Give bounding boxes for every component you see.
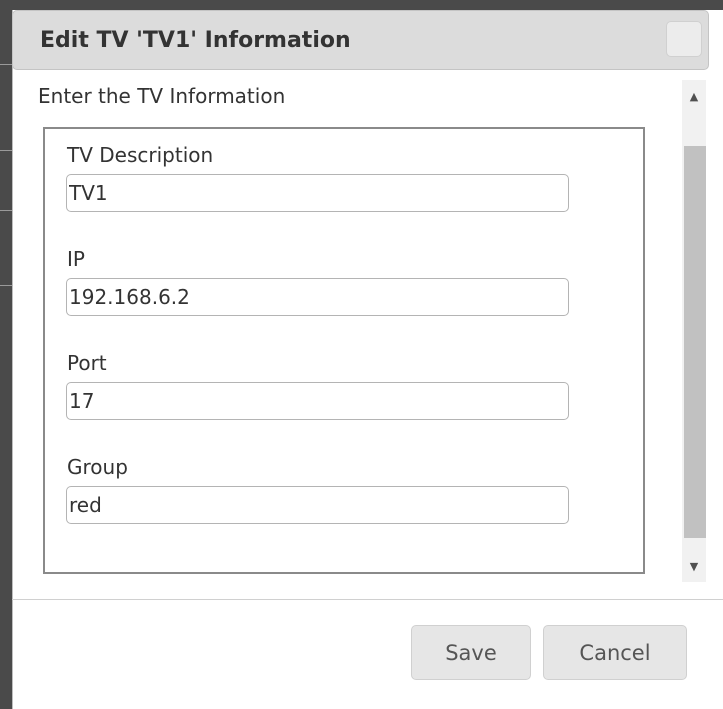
ip-input[interactable] bbox=[66, 278, 569, 316]
background-divider bbox=[0, 150, 12, 151]
background-divider bbox=[0, 210, 12, 211]
tv-description-input[interactable] bbox=[66, 174, 569, 212]
chevron-up-icon: ▲ bbox=[689, 90, 699, 103]
content-scrollbar[interactable]: ▲ ▼ bbox=[682, 80, 706, 582]
group-label: Group bbox=[67, 455, 128, 479]
close-button[interactable] bbox=[666, 21, 702, 57]
button-pane-divider bbox=[12, 599, 723, 600]
scroll-up-button[interactable]: ▲ bbox=[682, 82, 706, 112]
cancel-button[interactable]: Cancel bbox=[543, 625, 687, 680]
dialog-titlebar[interactable]: Edit TV 'TV1' Information bbox=[12, 10, 709, 70]
background-divider bbox=[0, 285, 12, 286]
dialog-title: Edit TV 'TV1' Information bbox=[40, 28, 351, 53]
background-page bbox=[0, 0, 12, 709]
dialog-content: Enter the TV Information TV Description … bbox=[12, 70, 672, 575]
port-input[interactable] bbox=[66, 382, 569, 420]
ip-label: IP bbox=[67, 247, 85, 271]
background-divider bbox=[0, 64, 12, 65]
chevron-down-icon: ▼ bbox=[689, 560, 699, 573]
group-input[interactable] bbox=[66, 486, 569, 524]
tv-info-fieldset: TV Description IP Port Group bbox=[43, 127, 645, 574]
scrollbar-thumb[interactable] bbox=[684, 146, 706, 538]
background-page-top bbox=[12, 0, 723, 10]
tv-description-label: TV Description bbox=[67, 143, 214, 167]
scroll-down-button[interactable]: ▼ bbox=[682, 552, 706, 582]
port-label: Port bbox=[67, 351, 107, 375]
dialog-subtitle: Enter the TV Information bbox=[38, 84, 286, 108]
save-button[interactable]: Save bbox=[411, 625, 531, 680]
